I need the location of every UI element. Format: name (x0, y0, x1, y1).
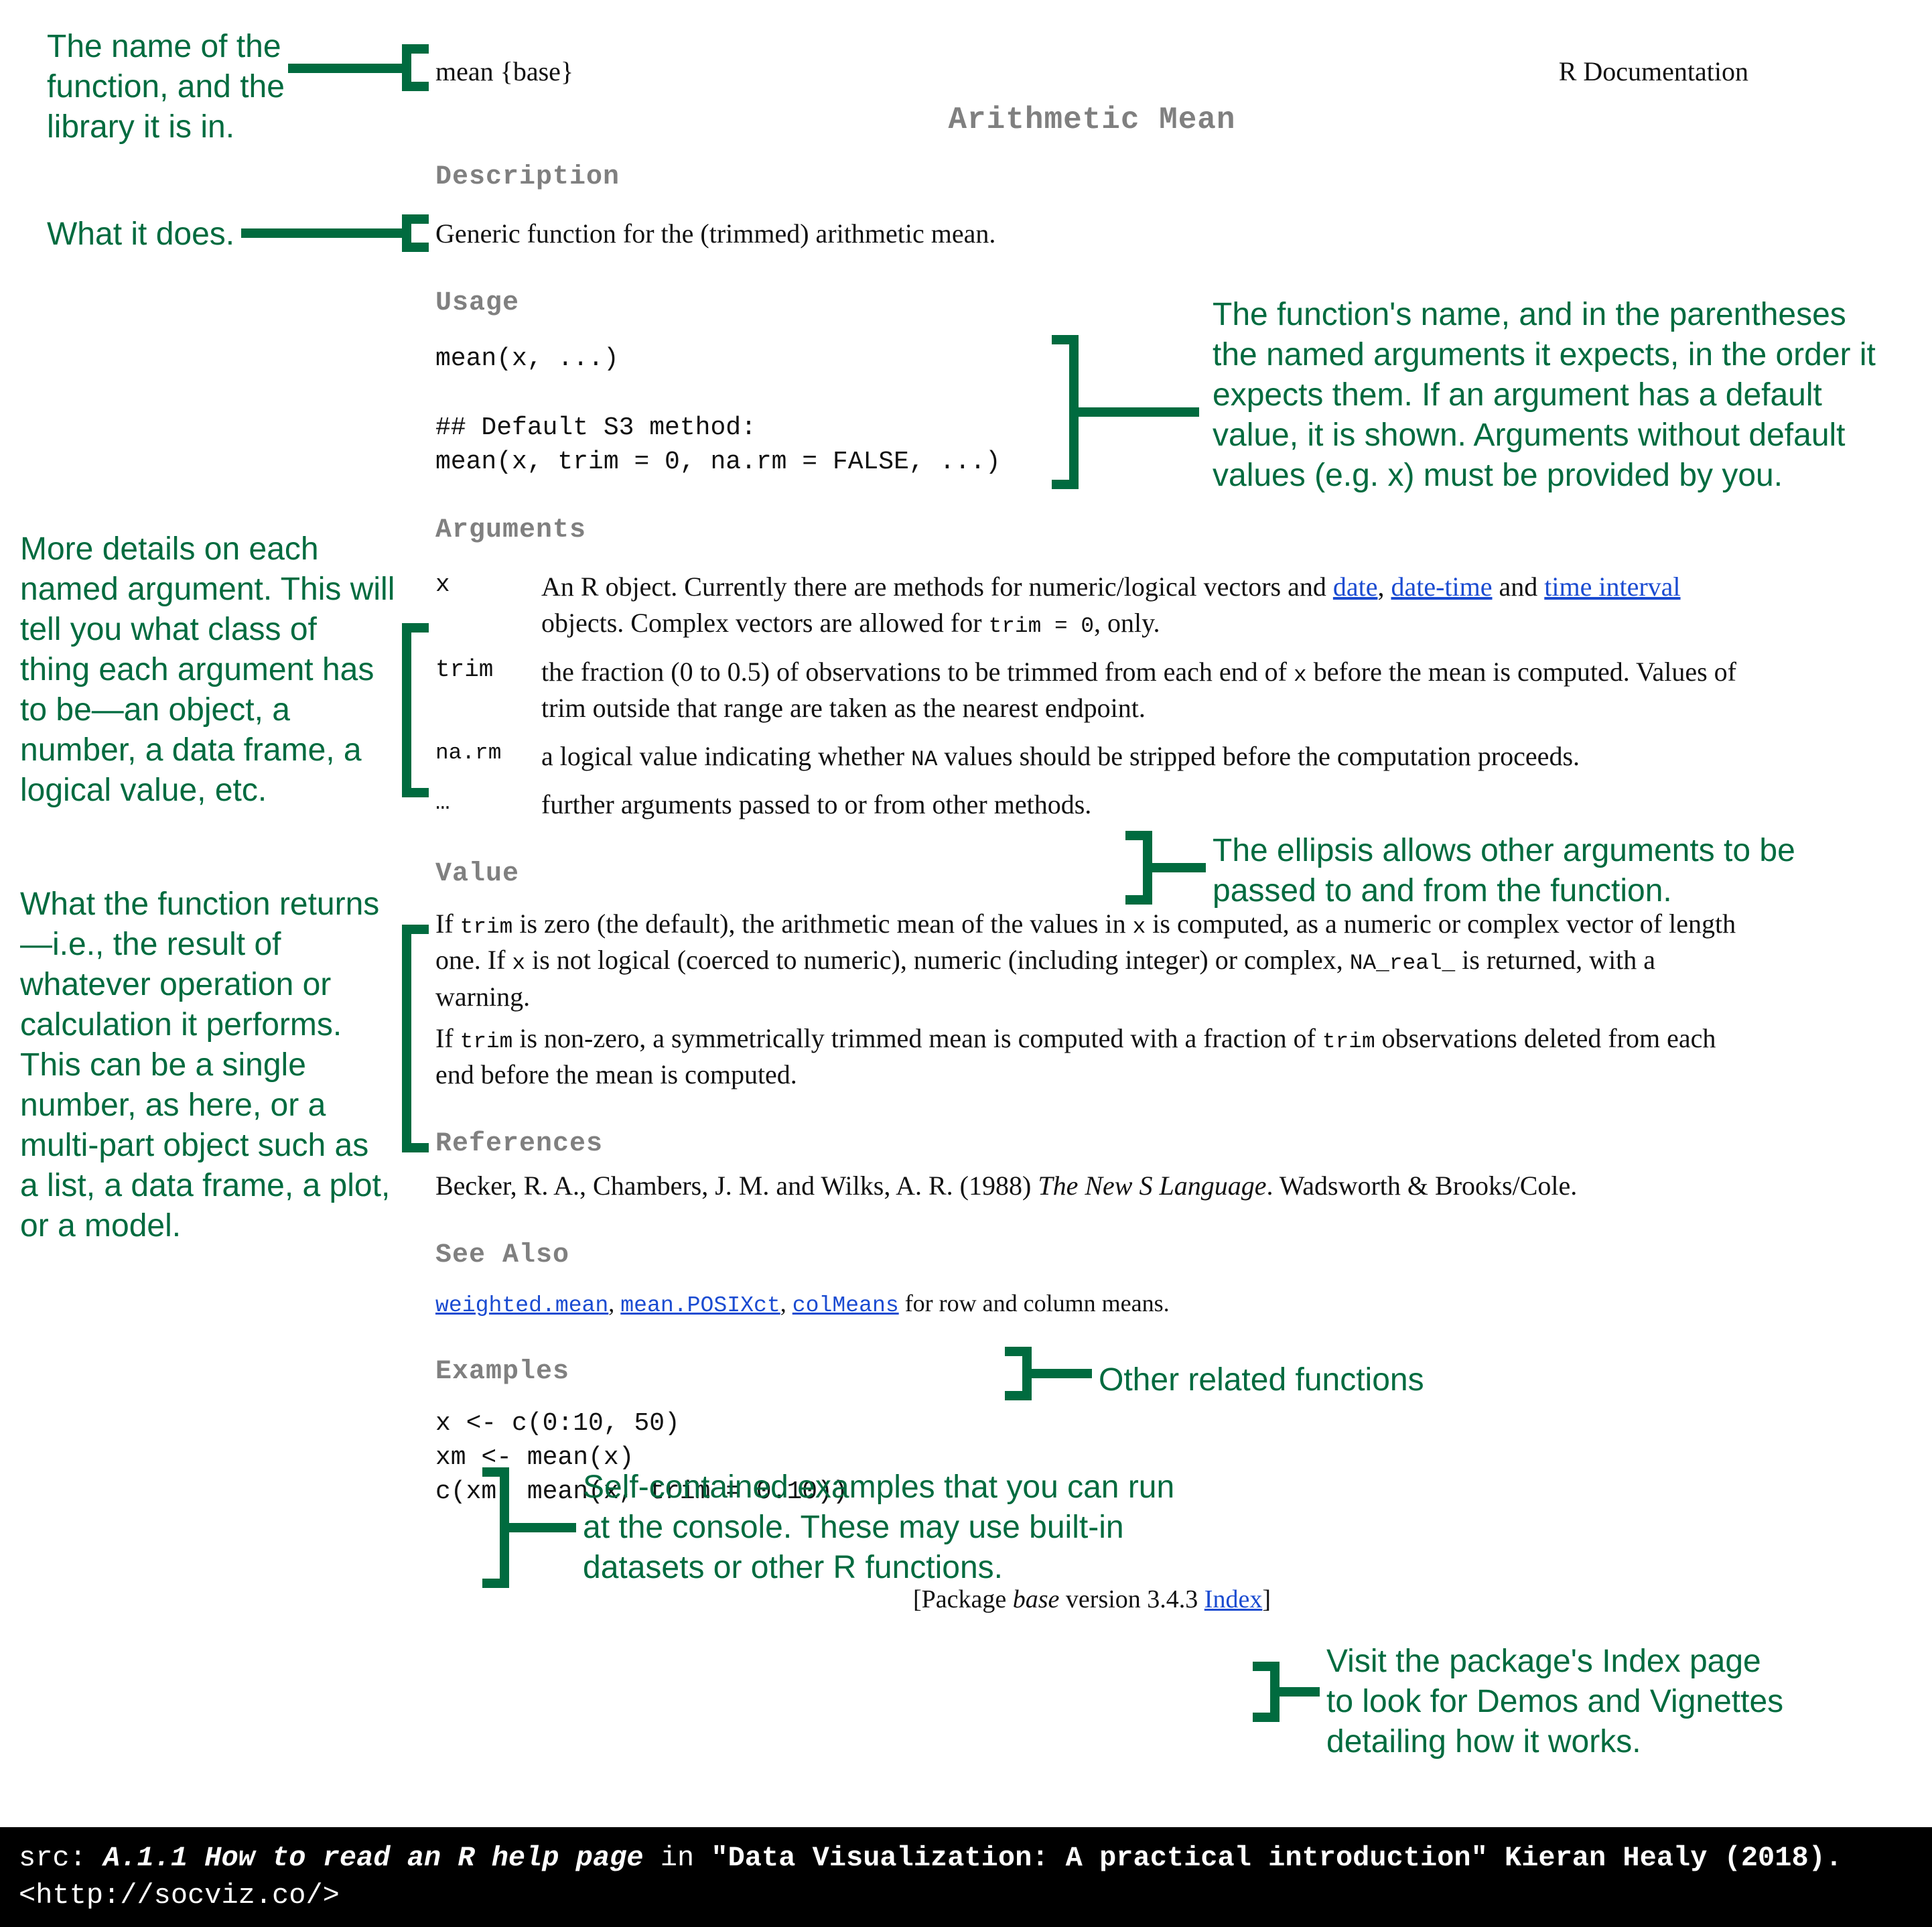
link-time-interval[interactable]: time interval (1544, 572, 1680, 602)
page-title: Arithmetic Mean (435, 99, 1748, 141)
connector-icon (1079, 407, 1199, 417)
link-date-time[interactable]: date-time (1391, 572, 1492, 602)
link-package-index[interactable]: Index (1204, 1585, 1263, 1613)
description-text: Generic function for the (trimmed) arith… (435, 216, 1748, 252)
package-footer: [Package base version 3.4.3 Index] (435, 1583, 1748, 1617)
arg-name-narm: na.rm (435, 738, 529, 775)
bracket-icon (402, 925, 429, 1152)
arg-name-x: x (435, 569, 529, 641)
connector-icon (1152, 863, 1206, 872)
arg-desc-dots: further arguments passed to or from othe… (541, 787, 1748, 823)
bracket-icon (402, 214, 429, 252)
annotation-function-name: The name of the function, and the librar… (47, 27, 335, 147)
arg-desc-narm: a logical value indicating whether NA va… (541, 738, 1748, 775)
connector-icon (288, 64, 402, 73)
arg-desc-trim: the fraction (0 to 0.5) of observations … (541, 654, 1748, 726)
value-paragraph-1: If trim is zero (the default), the arith… (435, 906, 1748, 1015)
bracket-icon (402, 44, 429, 91)
bracket-icon (1253, 1662, 1280, 1722)
annotation-usage: The function's name, and in the parenthe… (1213, 295, 1896, 496)
connector-icon (241, 228, 402, 238)
connector-icon (1280, 1687, 1320, 1697)
arg-name-dots: … (435, 787, 529, 823)
fn-signature-name: mean {base} (435, 54, 573, 90)
bracket-icon (1005, 1347, 1032, 1400)
annotation-seealso: Other related functions (1099, 1360, 1568, 1400)
arg-desc-x: An R object. Currently there are methods… (541, 569, 1748, 641)
bracket-icon (1052, 335, 1079, 489)
bracket-icon (1125, 831, 1152, 905)
source-citation-footer: src: A.1.1 How to read an R help page in… (0, 1827, 1932, 1927)
annotation-arg-details: More details on each named argument. Thi… (20, 529, 395, 811)
connector-icon (509, 1523, 576, 1532)
link-weighted-mean[interactable]: weighted.mean (435, 1292, 608, 1318)
link-date[interactable]: date (1333, 572, 1378, 602)
references-text: Becker, R. A., Chambers, J. M. and Wilks… (435, 1168, 1748, 1204)
arg-name-trim: trim (435, 654, 529, 726)
link-colmeans[interactable]: colMeans (792, 1292, 899, 1318)
arguments-heading: Arguments (435, 513, 1748, 549)
seealso-text: weighted.mean, mean.POSIXct, colMeans fo… (435, 1287, 1748, 1321)
connector-icon (1032, 1369, 1092, 1378)
bracket-icon (402, 623, 429, 797)
link-mean-posixct[interactable]: mean.POSIXct (620, 1292, 780, 1318)
annotation-index: Visit the package's Index page to look f… (1326, 1642, 1795, 1762)
bracket-icon (482, 1467, 509, 1588)
annotation-examples: Self-contained examples that you can run… (583, 1467, 1186, 1588)
annotation-ellipsis: The ellipsis allows other arguments to b… (1213, 831, 1896, 911)
annotation-value: What the function returns—i.e., the resu… (20, 884, 395, 1246)
value-paragraph-2: If trim is non-zero, a symmetrically tri… (435, 1020, 1748, 1093)
doc-source-label: R Documentation (1559, 54, 1748, 90)
description-heading: Description (435, 159, 1748, 196)
references-heading: References (435, 1126, 1748, 1162)
seealso-heading: See Also (435, 1238, 1748, 1274)
